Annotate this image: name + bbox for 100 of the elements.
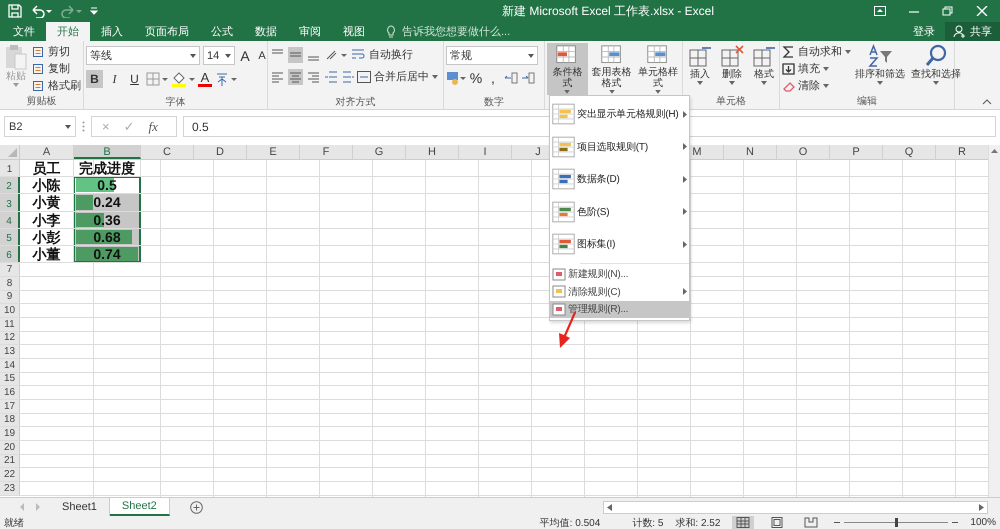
row-header[interactable]: 6 xyxy=(0,246,20,262)
editing-command[interactable]: 填充 xyxy=(782,60,851,77)
font-style-button[interactable]: B xyxy=(86,70,103,88)
row-header[interactable]: 18 xyxy=(0,414,20,426)
row-header[interactable]: 4 xyxy=(0,212,20,228)
font-color-button[interactable]: A xyxy=(198,71,212,87)
styles-button[interactable]: 单元格样式 xyxy=(636,43,680,95)
column-header[interactable]: O xyxy=(777,145,830,159)
customize-icon[interactable] xyxy=(90,6,98,16)
row-header[interactable]: 12 xyxy=(0,332,20,344)
decimal-icon[interactable] xyxy=(503,70,535,86)
row-header[interactable]: 23 xyxy=(0,482,20,495)
ribbon-tab[interactable]: 视图 xyxy=(332,22,376,41)
row-header[interactable]: 9 xyxy=(0,290,20,304)
scroll-up-icon[interactable] xyxy=(991,148,998,153)
vertical-align-icon[interactable] xyxy=(288,46,303,62)
number-format-field[interactable]: 常规 xyxy=(446,46,538,65)
column-header[interactable]: D xyxy=(194,145,247,159)
column-header[interactable]: B xyxy=(74,145,141,159)
row-header[interactable]: 10 xyxy=(0,304,20,317)
close-icon[interactable] xyxy=(976,6,988,16)
row-header[interactable]: 15 xyxy=(0,372,20,386)
row-header[interactable]: 22 xyxy=(0,468,20,482)
row-header[interactable]: 8 xyxy=(0,276,20,290)
zoom-thumb[interactable] xyxy=(895,518,898,527)
column-header[interactable]: G xyxy=(353,145,406,159)
wrap-text-button[interactable]: 自动换行 xyxy=(351,46,413,63)
styles-button[interactable]: 条件格式 xyxy=(547,43,588,95)
undo-icon[interactable] xyxy=(30,4,52,18)
sheet-tab[interactable]: Sheet2 xyxy=(110,498,170,516)
selected-cell[interactable]: 0.24 xyxy=(74,194,141,211)
comma-button[interactable]: , xyxy=(486,70,500,86)
font-name-field[interactable]: 等线 xyxy=(86,46,200,65)
row-header[interactable]: 17 xyxy=(0,400,20,413)
horizontal-scrollbar[interactable] xyxy=(603,500,988,514)
ribbon-tab[interactable]: 开始 xyxy=(46,22,90,41)
column-header[interactable]: H xyxy=(406,145,459,159)
paint-bucket-icon[interactable] xyxy=(171,71,195,87)
column-header[interactable]: E xyxy=(247,145,300,159)
clipboard-command[interactable]: 复制 xyxy=(32,60,81,77)
restore-icon[interactable] xyxy=(942,6,954,16)
column-header[interactable]: F xyxy=(300,145,353,159)
merge-center-button[interactable]: 合并后居中 xyxy=(357,68,438,85)
save-icon[interactable] xyxy=(8,4,22,18)
indent-icon[interactable] xyxy=(324,70,354,84)
add-sheet-icon[interactable] xyxy=(190,500,203,514)
column-header[interactable]: C xyxy=(141,145,194,159)
row-header[interactable]: 5 xyxy=(0,228,20,245)
row-header[interactable]: 7 xyxy=(0,263,20,276)
selected-cell[interactable]: 0.74 xyxy=(74,246,141,262)
menu-item[interactable]: 色阶(S) xyxy=(550,196,689,228)
menu-item[interactable]: 管理规则(R)... xyxy=(550,300,689,318)
insert-function-button[interactable]: fx xyxy=(148,118,158,134)
row-header[interactable]: 19 xyxy=(0,427,20,440)
scroll-left-icon[interactable] xyxy=(607,504,612,510)
font-style-button[interactable]: U xyxy=(126,70,143,88)
ribbon-tab[interactable]: 文件 xyxy=(2,22,46,41)
ribbon-tab[interactable]: 审阅 xyxy=(288,22,332,41)
menu-item[interactable]: 清除规则(C) xyxy=(550,283,689,300)
styles-button[interactable]: 套用表格格式 xyxy=(590,43,634,95)
cells-button[interactable]: 删除 xyxy=(717,43,747,95)
row-header[interactable]: 20 xyxy=(0,441,20,454)
zoom-slider[interactable] xyxy=(834,517,958,528)
editing-command[interactable]: 自动求和 xyxy=(782,43,851,60)
row-header[interactable]: 11 xyxy=(0,318,20,331)
row-header[interactable]: 16 xyxy=(0,386,20,399)
vertical-scrollbar[interactable] xyxy=(988,145,1000,497)
clipboard-command[interactable]: 剪切 xyxy=(32,43,81,60)
row-header[interactable]: 21 xyxy=(0,454,20,468)
percent-button[interactable]: % xyxy=(469,70,483,86)
sign-in-link[interactable]: 登录 xyxy=(903,22,945,41)
ribbon-display-icon[interactable] xyxy=(874,6,886,16)
menu-item[interactable]: 数据条(D) xyxy=(550,163,689,196)
row-header[interactable]: 1 xyxy=(0,160,20,176)
column-header[interactable]: Q xyxy=(883,145,936,159)
editing-button[interactable]: 查找和选择 xyxy=(909,43,963,95)
row-header[interactable]: 13 xyxy=(0,345,20,358)
clipboard-command[interactable]: 格式刷 xyxy=(32,77,81,94)
menu-item[interactable]: 图标集(I) xyxy=(550,228,689,260)
collapse-ribbon-icon[interactable] xyxy=(982,99,992,105)
ribbon-tab[interactable]: 公式 xyxy=(200,22,244,41)
selected-cell[interactable]: 0.68 xyxy=(74,228,141,245)
font-style-button[interactable]: I xyxy=(106,70,123,88)
zoom-level[interactable]: 100% xyxy=(970,517,996,528)
menu-item[interactable]: 新建规则(N)... xyxy=(550,266,689,283)
cells-button[interactable]: 格式 xyxy=(749,43,779,95)
normal-view-icon[interactable] xyxy=(732,516,754,529)
column-header[interactable]: P xyxy=(830,145,883,159)
cells-button[interactable]: 插入 xyxy=(685,43,715,95)
borders-icon[interactable] xyxy=(146,72,168,86)
font-size-field[interactable]: 14 xyxy=(203,46,235,65)
scroll-right-icon[interactable] xyxy=(979,504,984,510)
horizontal-align-icon[interactable] xyxy=(288,68,303,84)
name-box[interactable]: B2 xyxy=(4,116,76,137)
font-size-button[interactable]: A xyxy=(255,50,269,62)
editing-button[interactable]: 排序和筛选 xyxy=(853,43,907,95)
row-header[interactable]: 3 xyxy=(0,194,20,211)
tell-me-field[interactable]: 告诉我您想要做什么... xyxy=(386,22,554,41)
column-header[interactable]: I xyxy=(459,145,512,159)
ribbon-tab[interactable]: 插入 xyxy=(90,22,134,41)
